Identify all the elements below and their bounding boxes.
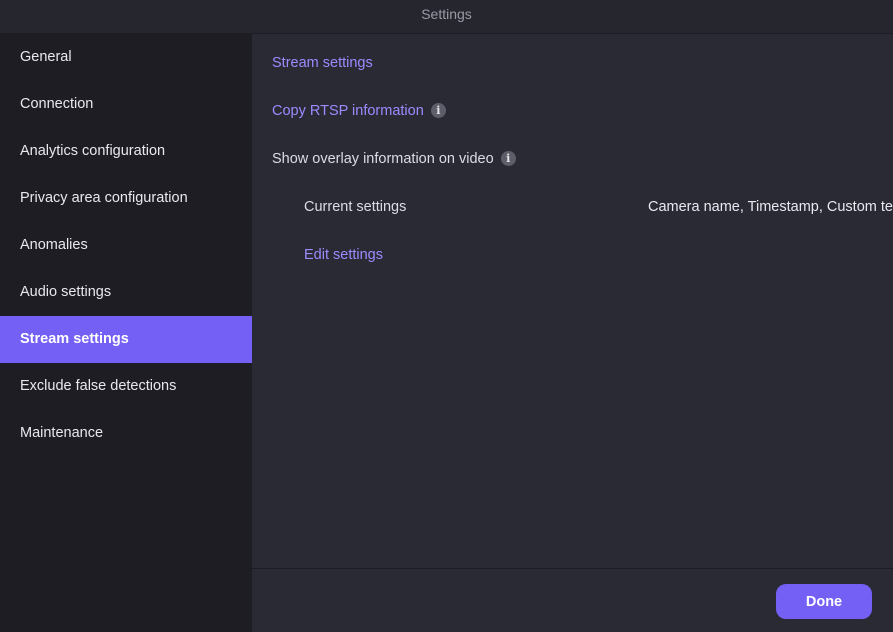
stream-settings-row: Stream settings [272, 39, 373, 87]
settings-sidebar: General Connection Analytics configurati… [0, 34, 252, 632]
sidebar-item-analytics-configuration[interactable]: Analytics configuration [0, 128, 252, 175]
overlay-info-row: Show overlay information on video i [272, 135, 516, 183]
current-settings-label: Current settings [304, 199, 407, 215]
sidebar-item-maintenance[interactable]: Maintenance [0, 410, 252, 457]
current-settings-value: Camera name, Timestamp, Custom text [648, 199, 893, 215]
sidebar-item-exclude-false-detections[interactable]: Exclude false detections [0, 363, 252, 410]
sidebar-item-connection[interactable]: Connection [0, 81, 252, 128]
copy-rtsp-link[interactable]: Copy RTSP information [272, 103, 424, 119]
sidebar-item-audio-settings[interactable]: Audio settings [0, 269, 252, 316]
current-settings-row: Current settings Camera name, Timestamp,… [304, 183, 893, 231]
sidebar-item-anomalies[interactable]: Anomalies [0, 222, 252, 269]
copy-rtsp-row: Copy RTSP information i [272, 87, 446, 135]
sidebar-item-privacy-area-configuration[interactable]: Privacy area configuration [0, 175, 252, 222]
edit-settings-link[interactable]: Edit settings [304, 247, 383, 263]
settings-content: Stream settings Copy RTSP information i S… [252, 34, 893, 568]
done-button[interactable]: Done [776, 584, 872, 619]
settings-footer: Done [252, 568, 893, 632]
info-icon[interactable]: i [500, 150, 516, 166]
overlay-info-label: Show overlay information on video [272, 151, 494, 167]
sidebar-item-general[interactable]: General [0, 34, 252, 81]
sidebar-item-stream-settings[interactable]: Stream settings [0, 316, 252, 363]
stream-settings-link[interactable]: Stream settings [272, 55, 373, 71]
window-title: Settings [421, 6, 472, 22]
settings-window: Settings General Connection Analytics co… [0, 0, 893, 632]
info-icon[interactable]: i [430, 102, 446, 118]
window-titlebar: Settings [0, 0, 893, 34]
edit-settings-row: Edit settings [304, 231, 383, 279]
